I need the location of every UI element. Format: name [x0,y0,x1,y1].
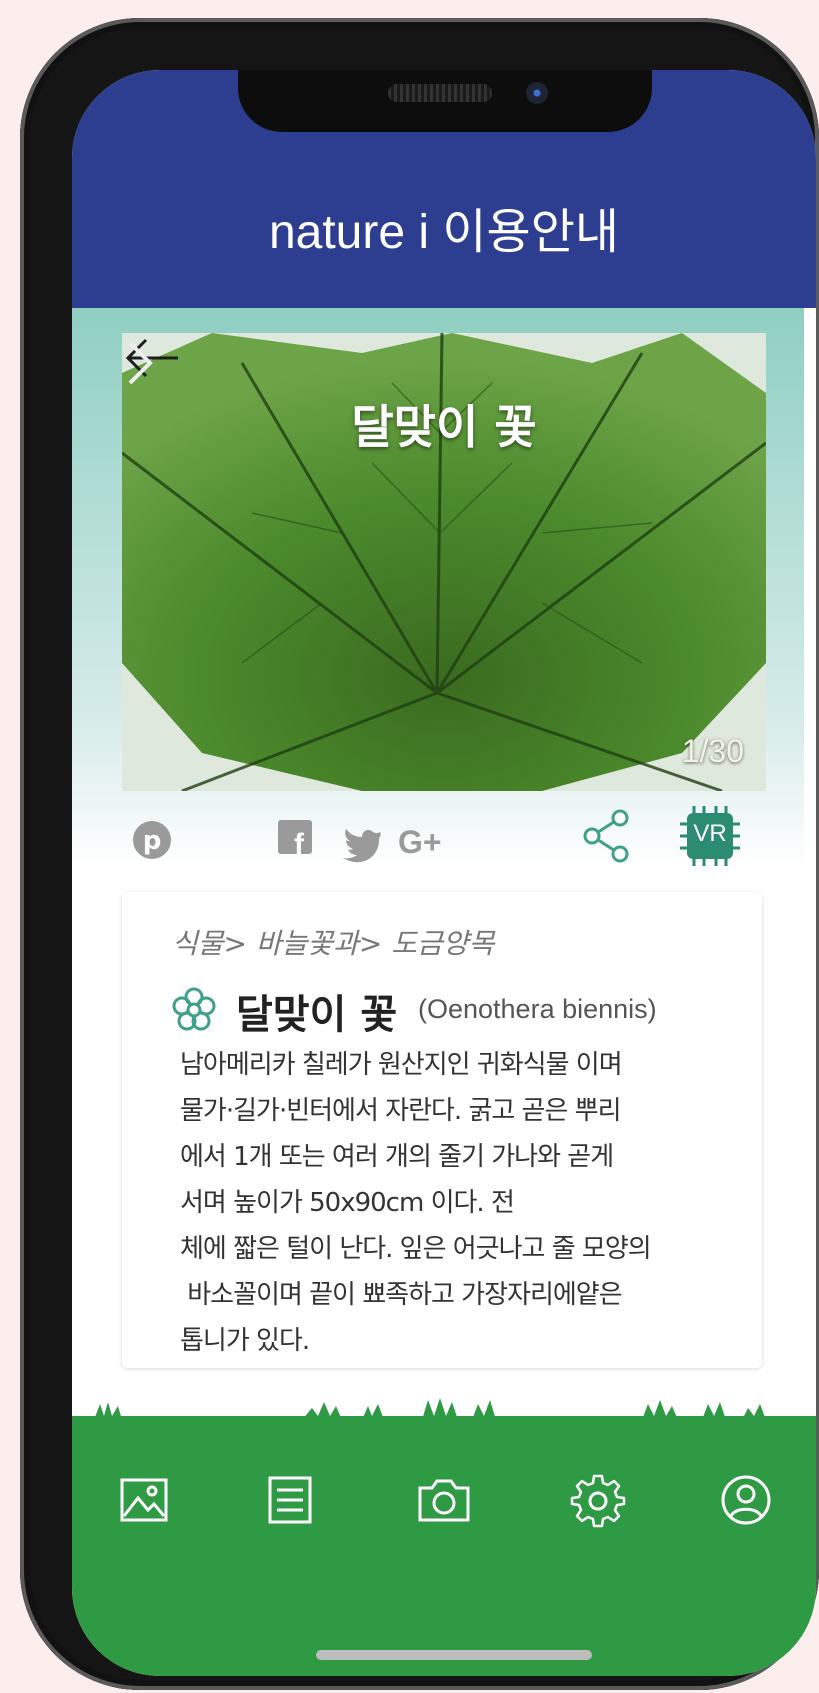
photo-title: 달맞이 꽃 [351,400,537,454]
chevron-right-icon[interactable] [122,333,158,393]
description-line: 바소꼴이며 끝이 뾰족하고 가장자리에얕은 [180,1280,622,1310]
page-title: nature i 이용안내 [268,206,620,259]
camera-icon[interactable] [414,1470,474,1530]
share-icon[interactable] [580,806,632,866]
app-header: nature i 이용안내 [72,70,816,308]
description-line: 서며 높이가 50x90cm 이다. 전 [180,1188,515,1218]
speaker-grille [388,84,492,102]
breadcrumb: 식물> 바늘꽃과> 도금양목 [172,927,495,960]
photo-counter: 1/30 [681,733,744,769]
plant-detail-card: 식물> 바늘꽃과> 도금양목 달맞이 꽃 (Oenothera biennis)… [122,892,762,1368]
description-line: 물가·길가·빈터에서 자란다. 굵고 곧은 뿌리 [180,1096,622,1126]
google-plus-icon[interactable]: G+ [398,812,458,872]
scientific-name: (Oenothera biennis) [418,994,657,1024]
content-area: 달맞이 꽃 1/30 p f G+ VR 식물> 바늘꽃과> 도금양목 달맞이 … [72,308,816,1368]
phone-frame: nature i 이용안내 달맞이 꽃 1/30 p f G+ VR 식물> 바… [20,18,819,1690]
profile-icon[interactable] [716,1470,776,1530]
bottom-navigation [72,1416,816,1676]
settings-icon[interactable] [568,1470,628,1530]
facebook-icon[interactable]: f [278,808,314,868]
home-indicator[interactable] [316,1650,592,1660]
gallery-icon[interactable] [114,1470,174,1530]
plant-photo[interactable]: 달맞이 꽃 1/30 [122,333,766,791]
svg-text:p: p [143,826,162,856]
svg-text:G+: G+ [398,824,442,860]
description-line: 남아메리카 칠레가 원산지인 귀화식물 이며 [180,1050,623,1080]
list-icon[interactable] [260,1470,320,1530]
screen: nature i 이용안내 달맞이 꽃 1/30 p f G+ VR 식물> 바… [72,70,816,1676]
vr-label: VR [693,820,727,847]
plant-name: 달맞이 꽃 [236,992,398,1038]
description-line: 에서 1개 또는 여러 개의 줄기 가나와 곧게 [180,1142,614,1172]
front-camera [526,82,548,104]
phone-notch [238,70,652,132]
description-line: 톱니가 있다. [180,1326,310,1356]
vr-button[interactable]: VR [678,804,742,868]
svg-text:f: f [294,828,305,861]
pinterest-icon[interactable]: p [130,810,174,870]
twitter-icon[interactable] [342,814,382,874]
plant-description: 남아메리카 칠레가 원산지인 귀화식물 이며 물가·길가·빈터에서 자란다. 굵… [180,1042,752,1364]
description-line: 체에 짧은 털이 난다. 잎은 어긋나고 줄 모양의 [180,1234,652,1264]
flower-icon [172,987,216,1031]
